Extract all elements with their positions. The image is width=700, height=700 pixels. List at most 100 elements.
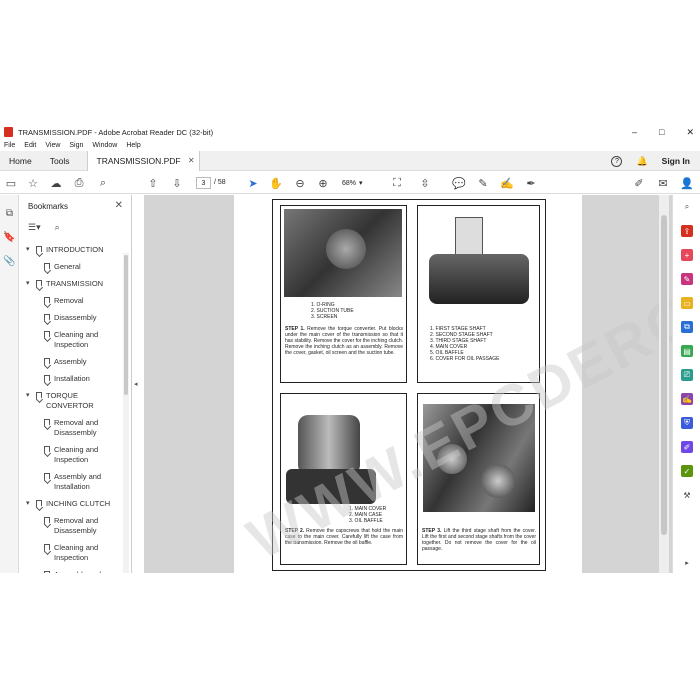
bookmark-label: TRANSMISSION [46,279,104,288]
menu-sign[interactable]: Sign [69,142,83,149]
tab-tools[interactable]: Tools [41,151,79,171]
menu-file[interactable]: File [4,142,15,149]
more-tools-icon[interactable]: ⚒ [681,489,693,501]
collapse-left-panel-icon[interactable]: ◂ [134,380,138,388]
close-window-button[interactable]: ✕ [686,127,694,138]
add-user-icon[interactable]: 👤 [680,176,694,190]
bookmarks-scrollbar[interactable] [123,253,129,573]
find-icon[interactable]: ⌕ [96,176,110,190]
scan-ocr-icon[interactable]: ⎚ [681,369,693,381]
email-icon[interactable]: ✉ [656,176,670,190]
bookmark-label: Removal and Disassembly [54,516,99,535]
bookmark-item[interactable]: Cleaning and Inspection [24,330,124,350]
signature-icon[interactable]: ✐ [632,176,646,190]
scroll-mode-icon[interactable]: ⇳ [418,176,432,190]
comment-tool-icon[interactable]: ▭ [681,297,693,309]
bookmarks-icon[interactable]: 🔖 [3,231,16,244]
page-number-input[interactable]: 3 [196,177,211,189]
notifications-icon[interactable]: 🔔 [636,156,647,167]
combine-files-icon[interactable]: ⧉ [681,321,693,333]
comment-icon[interactable]: 💬 [452,176,466,190]
bookmark-icon [36,500,42,508]
export-pdf-icon[interactable]: ⇪ [681,225,693,237]
bookmark-item[interactable]: Assembly and Installation [24,472,124,492]
menu-window[interactable]: Window [92,142,117,149]
hand-tool-icon[interactable]: ✋ [269,176,283,190]
find-bookmark-icon[interactable]: ⌕ [55,222,60,233]
tab-home[interactable]: Home [0,151,41,171]
bookmark-section[interactable]: ▾ TORQUE CONVERTOR [24,391,124,411]
bookmark-item[interactable]: Disassembly [24,313,124,323]
bookmark-item[interactable]: Cleaning and Inspection [24,445,124,465]
bookmark-label: Cleaning and Inspection [54,445,99,464]
fill-sign-icon[interactable]: ✒ [524,176,538,190]
bookmark-list: ▾ INTRODUCTION General ▾ TRANSMISSION Removal… [24,245,124,573]
window-title: TRANSMISSION.PDF - Adobe Acrobat Reader … [18,127,214,137]
fill-sign-tool-icon[interactable]: ✍ [681,393,693,405]
maximize-button[interactable]: □ [659,127,664,137]
next-page-icon[interactable]: ⇩ [170,176,184,190]
menu-help[interactable]: Help [126,142,140,149]
print-icon[interactable]: ⎙ [72,176,86,190]
bookmark-label: Assembly and Installation [54,472,102,491]
chevron-down-icon[interactable]: ▾ [26,279,30,289]
bookmark-section[interactable]: ▾ TRANSMISSION [24,279,124,289]
oil-screen-shape [326,229,366,269]
document-scrollbar-thumb[interactable] [661,215,667,535]
protect-icon[interactable]: ⛨ [681,417,693,429]
close-panel-icon[interactable]: ✕ [115,200,123,211]
zoom-in-icon[interactable]: ⊕ [316,176,330,190]
select-tool-icon[interactable]: ➤ [246,176,260,190]
bookmark-icon [36,392,42,400]
search-tools-icon[interactable]: ⌕ [681,201,693,213]
bookmark-item[interactable]: Installation [24,374,124,384]
bookmark-item[interactable]: Assembly and Inspection [24,570,124,573]
bookmark-item[interactable]: Removal [24,296,124,306]
bookmark-item[interactable]: General [24,262,124,272]
menu-view[interactable]: View [45,142,60,149]
zoom-level-select[interactable]: 68% ▾ [342,177,376,189]
save-icon[interactable]: ▭ [4,176,18,190]
chevron-down-icon[interactable]: ▾ [26,245,30,255]
close-tab-icon[interactable]: ✕ [188,156,195,165]
bookmarks-panel: Bookmarks ✕ ☰▾ ⌕ ▾ INTRODUCTION General ▾ TR… [20,195,132,573]
bookmark-star-icon[interactable]: ☆ [26,176,40,190]
document-scrollbar[interactable] [659,195,669,573]
collapse-right-panel-icon[interactable]: ▸ [681,557,693,569]
previous-page-icon[interactable]: ⇧ [146,176,160,190]
bookmark-label: Removal and Disassembly [54,418,99,437]
chevron-down-icon[interactable]: ▾ [26,499,30,509]
bookmark-section[interactable]: ▾ INCHING CLUTCH [24,499,124,509]
send-for-signature-icon[interactable]: ✐ [681,441,693,453]
bookmark-label: Cleaning and Inspection [54,330,99,349]
bookmark-label: Disassembly [54,313,97,322]
chevron-down-icon[interactable]: ▾ [26,391,30,401]
tab-document[interactable]: TRANSMISSION.PDF ✕ [86,150,200,171]
zoom-out-icon[interactable]: ⊖ [293,176,307,190]
bookmark-options-icon[interactable]: ☰▾ [28,222,41,233]
minimize-button[interactable]: – [632,127,637,137]
attachments-icon[interactable]: 📎 [3,255,16,268]
fit-page-icon[interactable]: ⛶ [390,176,404,190]
help-icon[interactable]: ? [611,155,623,167]
edit-pdf-icon[interactable]: ✎ [681,273,693,285]
bearing-shape-2 [481,464,515,498]
upload-cloud-icon[interactable]: ☁ [49,176,63,190]
sign-in-button[interactable]: Sign In [662,156,690,166]
bookmark-item[interactable]: Cleaning and Inspection [24,543,124,563]
organize-pages-icon[interactable]: ▤ [681,345,693,357]
bookmark-section[interactable]: ▾ INTRODUCTION [24,245,124,255]
bookmark-item[interactable]: Removal and Disassembly [24,516,124,536]
action-wizard-icon[interactable]: ✓ [681,465,693,477]
menu-edit[interactable]: Edit [24,142,36,149]
page-thumbnails-icon[interactable]: ⧉ [3,207,16,220]
bookmark-label: Assembly [54,357,87,366]
bookmark-item[interactable]: Removal and Disassembly [24,418,124,438]
scrollbar-thumb[interactable] [124,255,128,395]
highlight-pen-icon[interactable]: ✎ [476,176,490,190]
draw-icon[interactable]: ✍ [500,176,514,190]
bookmarks-title: Bookmarks [28,202,69,211]
create-pdf-icon[interactable]: + [681,249,693,261]
figure-4: STEP 3. Lift the third stage shaft from … [417,393,540,565]
bookmark-item[interactable]: Assembly [24,357,124,367]
